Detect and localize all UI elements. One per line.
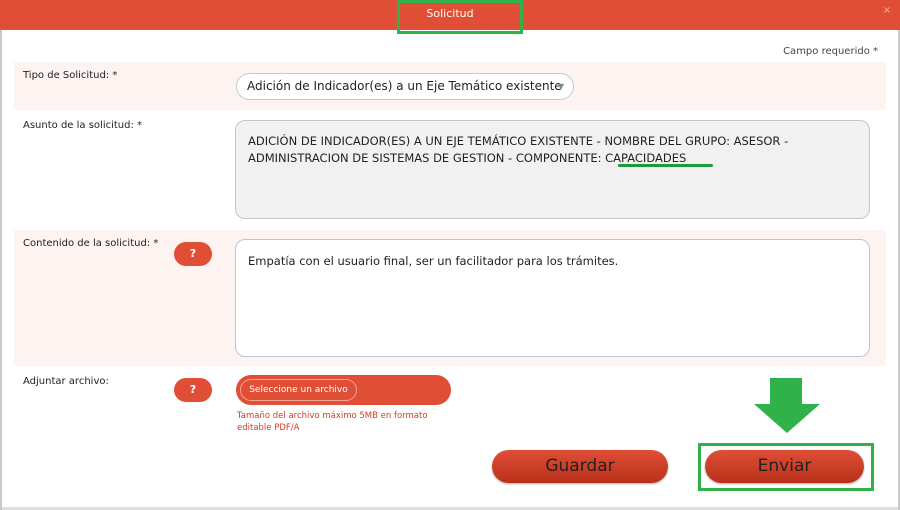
- select-file-button[interactable]: Seleccione un archivo: [240, 379, 357, 401]
- tipo-select-value: Adición de Indicador(es) a un Eje Temáti…: [247, 79, 562, 93]
- file-size-note: Tamaño del archivo máximo 5MB en formato…: [237, 411, 428, 433]
- dialog-border-left: [0, 30, 2, 510]
- title-highlight-box: [397, 0, 523, 34]
- asunto-field[interactable]: ADICIÓN DE INDICADOR(ES) A UN EJE TEMÁTI…: [235, 120, 870, 219]
- adjuntar-label: Adjuntar archivo:: [23, 376, 109, 387]
- contenido-value: Empatía con el usuario final, ser un fac…: [248, 254, 619, 268]
- close-icon[interactable]: ×: [880, 4, 894, 18]
- annotation-underline: [618, 164, 713, 167]
- asunto-line-1: ADICIÓN DE INDICADOR(ES) A UN EJE TEMÁTI…: [248, 134, 789, 148]
- send-highlight-box: [698, 443, 874, 491]
- arrow-down-head: [754, 404, 820, 433]
- save-button[interactable]: Guardar: [492, 450, 668, 483]
- asunto-line-2: ADMINISTRACION DE SISTEMAS DE GESTION - …: [248, 151, 687, 165]
- tipo-label: Tipo de Solicitud: *: [23, 70, 118, 81]
- contenido-help-button[interactable]: ?: [174, 242, 212, 266]
- tipo-select[interactable]: Adición de Indicador(es) a un Eje Temáti…: [236, 73, 574, 100]
- contenido-textarea[interactable]: Empatía con el usuario final, ser un fac…: [235, 239, 870, 357]
- asunto-label: Asunto de la solicitud: *: [23, 120, 143, 131]
- required-note: Campo requerido *: [783, 46, 878, 57]
- arrow-down-icon: [770, 378, 802, 406]
- adjuntar-help-button[interactable]: ?: [174, 378, 212, 402]
- chevron-down-icon: ▼: [557, 82, 564, 91]
- contenido-label: Contenido de la solicitud: *: [23, 238, 159, 249]
